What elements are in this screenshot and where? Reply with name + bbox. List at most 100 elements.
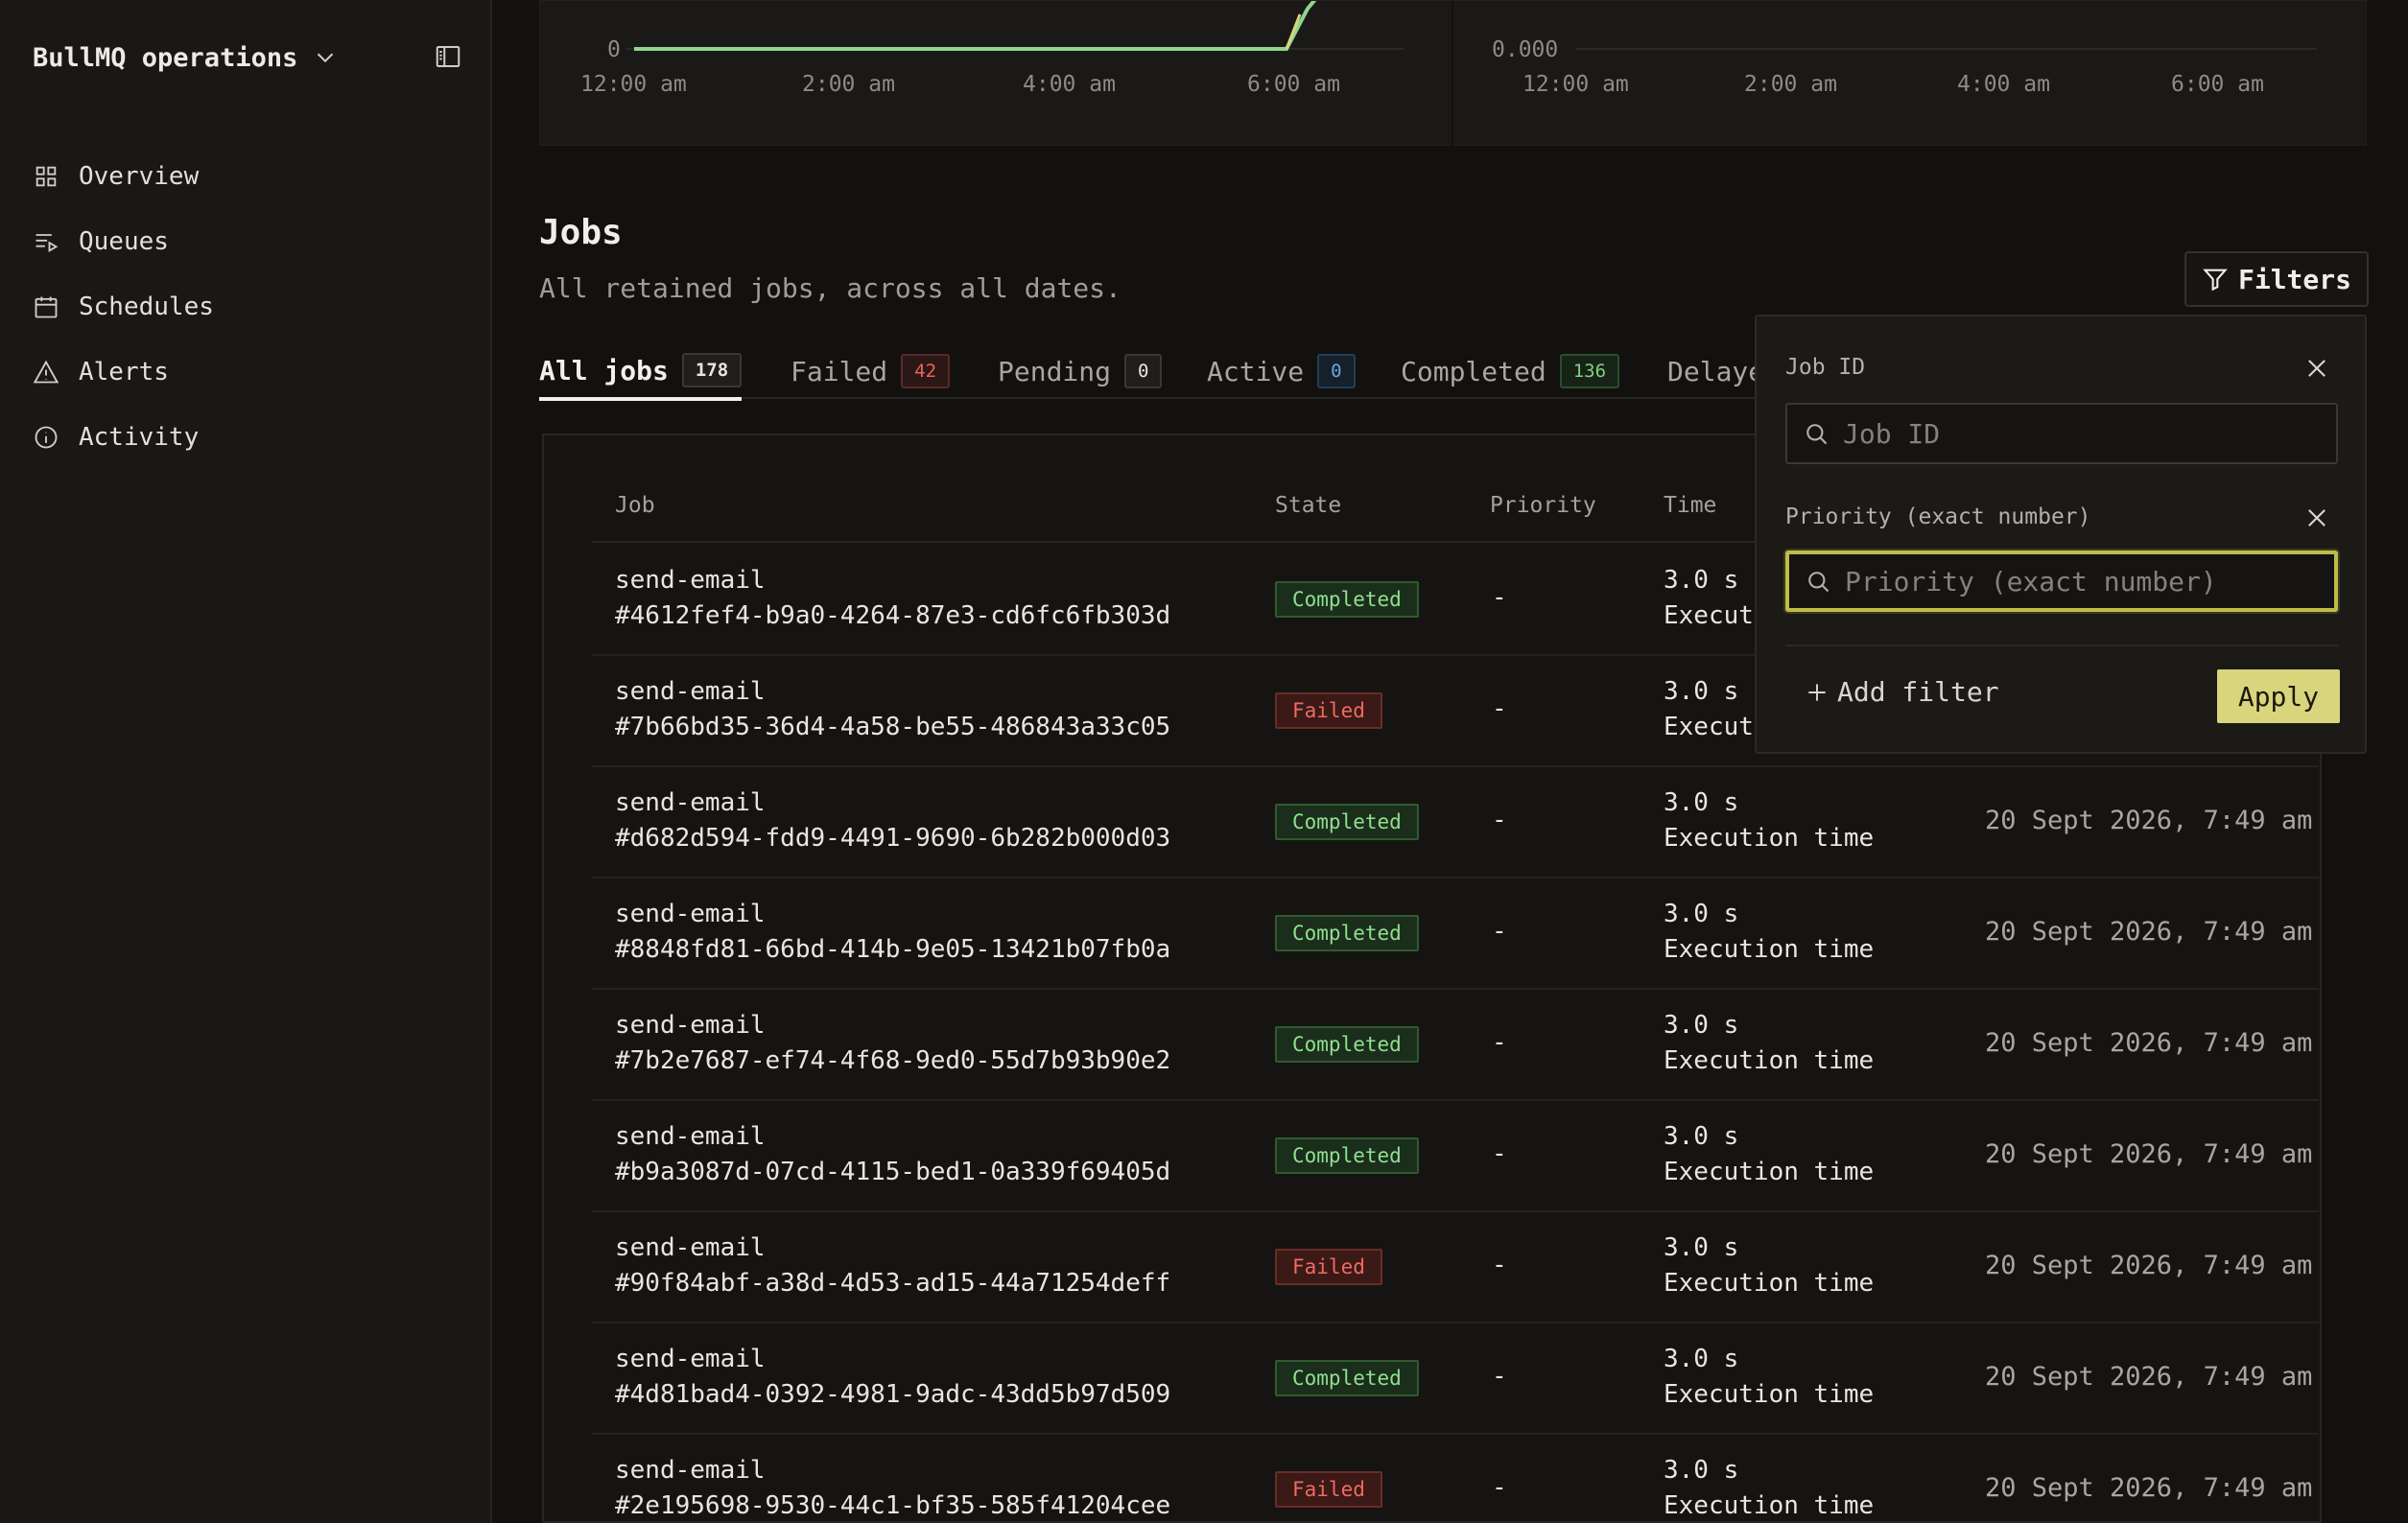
job-tabs: All jobs 178 Failed 42 Pending 0 Active … xyxy=(539,343,1882,401)
x-tick: 6:00 am xyxy=(1247,72,1340,97)
close-icon[interactable] xyxy=(2303,504,2330,531)
job-time: 3.0 s xyxy=(1664,1456,1739,1485)
table-row[interactable]: send-email #d682d594-fdd9-4491-9690-6b28… xyxy=(592,767,2319,879)
table-row[interactable]: send-email #2e195698-9530-44c1-bf35-585f… xyxy=(592,1435,2319,1521)
job-id-input-wrapper xyxy=(1785,403,2338,464)
job-time-label: Executi xyxy=(1664,713,1769,741)
sidebar-item-overview[interactable]: Overview xyxy=(33,144,214,209)
column-header-time[interactable]: Time xyxy=(1664,493,1716,518)
job-priority: - xyxy=(1492,1139,1507,1168)
tab-count: 42 xyxy=(901,354,951,388)
sidebar-toggle-icon[interactable] xyxy=(434,42,462,71)
x-tick: 12:00 am xyxy=(580,72,687,97)
job-name: send-email xyxy=(615,1011,766,1040)
tab-label: Failed xyxy=(791,355,888,387)
job-time-label: Execution time xyxy=(1664,935,1875,964)
job-time: 3.0 s xyxy=(1664,1233,1739,1262)
job-id[interactable]: #d682d594-fdd9-4491-9690-6b282b000d03 xyxy=(615,824,1170,853)
job-id[interactable]: #90f84abf-a38d-4d53-ad15-44a71254deff xyxy=(615,1269,1170,1298)
job-name: send-email xyxy=(615,788,766,817)
job-id-input[interactable] xyxy=(1843,417,2323,450)
job-id[interactable]: #b9a3087d-07cd-4115-bed1-0a339f69405d xyxy=(615,1158,1170,1186)
x-tick: 4:00 am xyxy=(1023,72,1116,97)
job-priority: - xyxy=(1492,1362,1507,1391)
apply-button[interactable]: Apply xyxy=(2217,669,2340,723)
job-name: send-email xyxy=(615,1233,766,1262)
status-badge: Completed xyxy=(1275,581,1419,618)
tab-active[interactable]: Active 0 xyxy=(1207,343,1356,399)
job-priority: - xyxy=(1492,694,1507,723)
job-id[interactable]: #7b66bd35-36d4-4a58-be55-486843a33c05 xyxy=(615,713,1170,741)
tab-all-jobs[interactable]: All jobs 178 xyxy=(539,343,743,401)
tab-delayed[interactable]: Delaye xyxy=(1667,343,1764,399)
sidebar: BullMQ operations Overview Queues Schedu… xyxy=(0,0,492,1523)
workspace-switcher[interactable]: BullMQ operations xyxy=(33,38,340,77)
grid-icon xyxy=(35,166,57,187)
job-time: 3.0 s xyxy=(1664,788,1739,817)
x-tick: 12:00 am xyxy=(1523,72,1629,97)
status-badge: Completed xyxy=(1275,915,1419,951)
job-priority: - xyxy=(1492,583,1507,612)
list-play-icon xyxy=(35,234,59,252)
priority-input-wrapper xyxy=(1785,551,2338,612)
job-name: send-email xyxy=(615,1345,766,1373)
tab-failed[interactable]: Failed 42 xyxy=(791,343,951,399)
tab-label: Active xyxy=(1207,355,1305,387)
job-time: 3.0 s xyxy=(1664,566,1739,595)
add-filter-label: Add filter xyxy=(1837,676,1999,708)
table-row[interactable]: send-email #7b2e7687-ef74-4f68-9ed0-55d7… xyxy=(592,990,2319,1101)
y-tick: 0 xyxy=(607,37,621,62)
sidebar-item-label: Schedules xyxy=(79,293,214,321)
job-priority: - xyxy=(1492,806,1507,834)
job-time-label: Executi xyxy=(1664,601,1769,630)
job-id[interactable]: #8848fd81-66bd-414b-9e05-13421b07fb0a xyxy=(615,935,1170,964)
sidebar-item-alerts[interactable]: Alerts xyxy=(33,340,214,405)
job-time: 3.0 s xyxy=(1664,1122,1739,1151)
tab-count: 136 xyxy=(1559,354,1620,388)
x-tick: 6:00 am xyxy=(2171,72,2264,97)
search-icon xyxy=(1806,424,1828,445)
column-header-job[interactable]: Job xyxy=(615,493,655,518)
table-row[interactable]: send-email #90f84abf-a38d-4d53-ad15-44a7… xyxy=(592,1212,2319,1324)
table-row[interactable]: send-email #b9a3087d-07cd-4115-bed1-0a33… xyxy=(592,1101,2319,1212)
priority-input[interactable] xyxy=(1845,565,2325,597)
tab-label: Delaye xyxy=(1667,355,1765,387)
sidebar-item-activity[interactable]: Activity xyxy=(33,405,214,470)
job-id-filter-label: Job ID xyxy=(1785,355,1866,380)
job-time-label: Execution time xyxy=(1664,1158,1875,1186)
tab-pending[interactable]: Pending 0 xyxy=(998,343,1163,399)
tab-count: 0 xyxy=(1317,354,1356,388)
divider xyxy=(1785,644,2338,646)
sidebar-item-label: Activity xyxy=(79,423,200,452)
job-name: send-email xyxy=(615,677,766,706)
job-time: 3.0 s xyxy=(1664,1345,1739,1373)
job-id[interactable]: #2e195698-9530-44c1-bf35-585f41204cee xyxy=(615,1491,1170,1520)
filters-button[interactable]: Filters xyxy=(2184,251,2369,307)
job-date: 20 Sept 2026, 7:49 am xyxy=(1985,1251,2313,1280)
sidebar-item-label: Queues xyxy=(79,227,169,256)
status-badge: Failed xyxy=(1275,1471,1382,1508)
column-header-priority[interactable]: Priority xyxy=(1490,493,1596,518)
close-icon[interactable] xyxy=(2303,355,2330,382)
job-time-label: Execution time xyxy=(1664,824,1875,853)
job-time: 3.0 s xyxy=(1664,900,1739,928)
tab-count: 0 xyxy=(1124,354,1163,388)
job-name: send-email xyxy=(615,1122,766,1151)
tab-completed[interactable]: Completed 136 xyxy=(1401,343,1620,399)
column-header-state[interactable]: State xyxy=(1275,493,1341,518)
page-subtitle: All retained jobs, across all dates. xyxy=(539,272,1121,304)
job-id[interactable]: #7b2e7687-ef74-4f68-9ed0-55d7b93b90e2 xyxy=(615,1046,1170,1075)
table-row[interactable]: send-email #8848fd81-66bd-414b-9e05-1342… xyxy=(592,879,2319,990)
job-date: 20 Sept 2026, 7:49 am xyxy=(1985,1473,2313,1503)
job-date: 20 Sept 2026, 7:49 am xyxy=(1985,806,2313,835)
job-id[interactable]: #4d81bad4-0392-4981-9adc-43dd5b97d509 xyxy=(615,1380,1170,1409)
add-filter-button[interactable]: Add filter xyxy=(1805,676,1999,708)
job-time-label: Execution time xyxy=(1664,1380,1875,1409)
filter-icon xyxy=(2203,269,2228,292)
sidebar-item-queues[interactable]: Queues xyxy=(33,209,214,274)
sidebar-item-schedules[interactable]: Schedules xyxy=(33,274,214,340)
table-row[interactable]: send-email #4d81bad4-0392-4981-9adc-43dd… xyxy=(592,1324,2319,1435)
warning-triangle-icon xyxy=(33,360,59,384)
search-icon xyxy=(1808,572,1830,593)
job-id[interactable]: #4612fef4-b9a0-4264-87e3-cd6fc6fb303d xyxy=(615,601,1170,630)
